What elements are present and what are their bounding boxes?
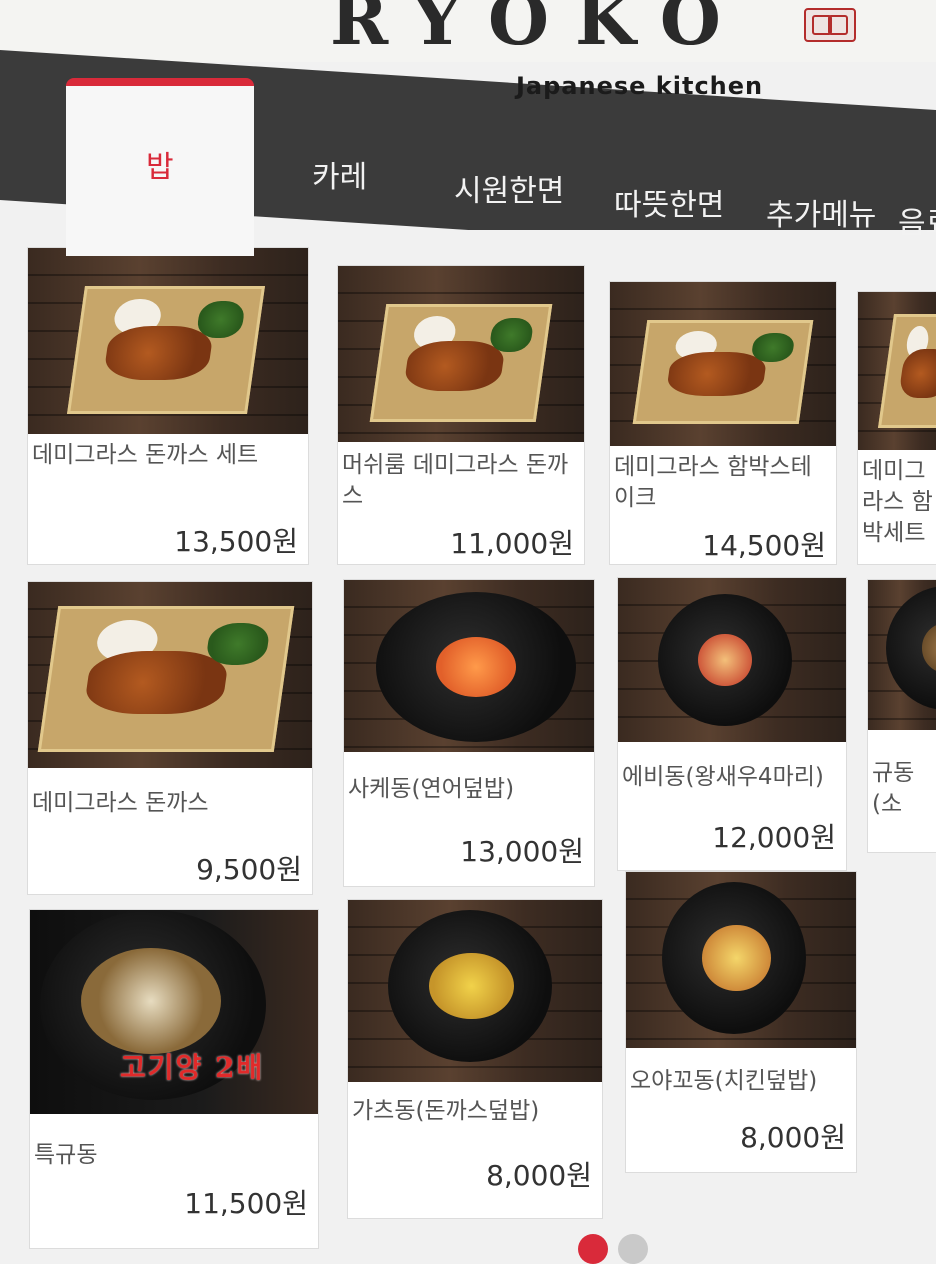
menu-item-name: 에비동(왕새우4마리) [622,764,824,790]
bowl-image [618,578,846,742]
plate-image [28,582,312,768]
plate-image [28,248,308,434]
tab-drinks[interactable]: 음료 [898,198,936,242]
menu-item-price: 8,000원 [740,1121,846,1154]
menu-item-price: 13,000원 [460,835,584,868]
tab-warm-noodles[interactable]: 따뜻한면 [614,180,724,224]
menu-item[interactable]: 사케동(연어덮밥) 13,000원 [344,580,594,886]
menu-item[interactable]: 고기양 2배 특규동 11,500원 [30,910,318,1248]
menu-item-name: 데미그라스 함박스테이크 [614,454,812,511]
double-meat-badge: 고기양 2배 [120,1051,265,1084]
menu-item-price: 11,000원 [450,527,574,560]
menu-item-price: 9,500원 [196,853,302,886]
seal-icon [804,8,856,42]
menu-item[interactable]: 머쉬룸 데미그라스 돈까스 11,000원 [338,266,584,564]
bowl-image: 고기양 2배 [30,910,318,1114]
menu-item-name: 데미그라스 함박세트 [862,458,933,546]
plate-image [610,282,836,446]
menu-item-price: 12,000원 [712,821,836,854]
menu-item-name: 가츠동(돈까스덮밥) [352,1098,540,1124]
menu-item-name: 머쉬룸 데미그라스 돈까스 [342,452,569,509]
plate-image [338,266,584,442]
plate-image [858,292,936,450]
tab-label: 밥 [146,150,174,185]
tab-rice[interactable]: 밥 [66,78,254,256]
page-dot-active[interactable] [578,1234,608,1264]
menu-item-name: 오야꼬동(치킨덮밥) [630,1068,818,1094]
menu-item[interactable]: 가츠동(돈까스덮밥) 8,000원 [348,900,602,1218]
menu-item-price: 8,000원 [486,1159,592,1192]
menu-item-price: 11,500원 [184,1187,308,1220]
menu-item[interactable]: 에비동(왕새우4마리) 12,000원 [618,578,846,870]
menu-item-name: 특규동 [34,1142,98,1168]
bowl-image [868,580,936,730]
menu-item[interactable]: 데미그라스 돈까스 세트 13,500원 [28,248,308,564]
menu-item-name: 데미그라스 돈까스 [32,790,209,816]
menu-item-price: 14,500원 [702,529,826,562]
menu-item[interactable]: 규동(소 [868,580,936,852]
bowl-image [626,872,856,1048]
menu-item-price: 13,500원 [174,525,298,558]
bowl-image [344,580,594,752]
page-dot[interactable] [618,1234,648,1264]
brand-subtitle: Japanese kitchen [516,72,764,100]
menu-item-name: 사케동(연어덮밥) [348,776,515,802]
menu-item[interactable]: 데미그라스 함박세트 [858,292,936,564]
tab-cold-noodles[interactable]: 시원한면 [454,166,564,210]
menu-item[interactable]: 데미그라스 돈까스 9,500원 [28,582,312,894]
tab-extra-menu[interactable]: 추가메뉴 [766,190,876,234]
menu-item-name: 규동(소 [872,760,915,817]
menu-item-name: 데미그라스 돈까스 세트 [32,442,259,468]
menu-item[interactable]: 오야꼬동(치킨덮밥) 8,000원 [626,872,856,1172]
tab-curry[interactable]: 카레 [312,152,367,196]
menu-item[interactable]: 데미그라스 함박스테이크 14,500원 [610,282,836,564]
brand-header: RYOKO [0,0,936,62]
bowl-image [348,900,602,1082]
brand-logo: RYOKO [330,0,747,61]
